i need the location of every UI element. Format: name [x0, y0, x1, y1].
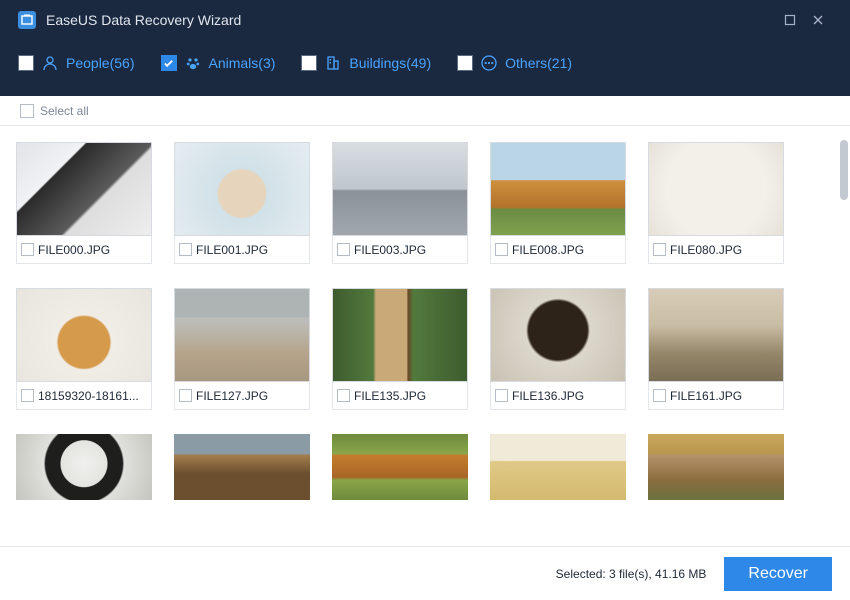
file-checkbox[interactable]: [653, 243, 666, 256]
app-title: EaseUS Data Recovery Wizard: [46, 12, 776, 28]
thumbnail[interactable]: [490, 288, 626, 382]
file-checkbox[interactable]: [653, 389, 666, 402]
file-checkbox[interactable]: [21, 389, 34, 402]
file-tile[interactable]: FILE136.JPG: [490, 288, 626, 410]
filter-label: Others(21): [505, 55, 572, 71]
thumbnail[interactable]: [490, 434, 626, 500]
thumbnail[interactable]: [332, 434, 468, 500]
file-tile[interactable]: FILE135.JPG: [332, 288, 468, 410]
file-checkbox[interactable]: [495, 389, 508, 402]
file-checkbox[interactable]: [337, 243, 350, 256]
thumbnail[interactable]: [332, 288, 468, 382]
file-name: FILE127.JPG: [196, 389, 268, 403]
dots-icon: [480, 54, 498, 72]
filter-checkbox[interactable]: [457, 55, 473, 71]
maximize-button[interactable]: [776, 6, 804, 34]
select-all-label: Select all: [40, 104, 89, 118]
file-checkbox[interactable]: [179, 389, 192, 402]
paw-icon: [184, 54, 202, 72]
thumbnail[interactable]: [16, 434, 152, 500]
file-tile[interactable]: 18159320-18161...: [16, 288, 152, 410]
file-grid: FILE000.JPG FILE001.JPG FILE003.JPG FILE008…: [16, 142, 838, 500]
filter-label: Buildings(49): [349, 55, 431, 71]
scrollbar[interactable]: [840, 140, 848, 200]
status-selected: Selected: 3 file(s), 41.16 MB: [556, 567, 707, 581]
thumbnail[interactable]: [648, 288, 784, 382]
filter-person[interactable]: People(56): [18, 54, 135, 72]
select-all-bar[interactable]: Select all: [0, 96, 850, 126]
content-area: FILE000.JPG FILE001.JPG FILE003.JPG FILE008…: [0, 126, 850, 546]
file-name: FILE003.JPG: [354, 243, 426, 257]
filter-bar: People(56) Animals(3) Buildings(49) Others(…: [0, 40, 850, 96]
file-checkbox[interactable]: [179, 243, 192, 256]
file-tile[interactable]: [332, 434, 468, 500]
thumbnail[interactable]: [174, 288, 310, 382]
filter-building[interactable]: Buildings(49): [301, 54, 431, 72]
file-tile[interactable]: FILE001.JPG: [174, 142, 310, 264]
filter-checkbox[interactable]: [301, 55, 317, 71]
filter-checkbox[interactable]: [18, 55, 34, 71]
thumbnail[interactable]: [648, 142, 784, 236]
titlebar: EaseUS Data Recovery Wizard: [0, 0, 850, 40]
file-tile[interactable]: FILE003.JPG: [332, 142, 468, 264]
filter-paw[interactable]: Animals(3): [161, 54, 276, 72]
footer: Selected: 3 file(s), 41.16 MB Recover: [0, 546, 850, 600]
file-tile[interactable]: FILE000.JPG: [16, 142, 152, 264]
file-tile[interactable]: FILE080.JPG: [648, 142, 784, 264]
file-tile[interactable]: FILE161.JPG: [648, 288, 784, 410]
file-tile[interactable]: [16, 434, 152, 500]
file-tile[interactable]: FILE127.JPG: [174, 288, 310, 410]
thumbnail[interactable]: [332, 142, 468, 236]
app-icon: [18, 11, 36, 29]
file-name: FILE161.JPG: [670, 389, 742, 403]
thumbnail[interactable]: [16, 142, 152, 236]
filter-label: People(56): [66, 55, 135, 71]
file-name: FILE001.JPG: [196, 243, 268, 257]
close-button[interactable]: [804, 6, 832, 34]
filter-label: Animals(3): [209, 55, 276, 71]
thumbnail[interactable]: [174, 142, 310, 236]
file-name: 18159320-18161...: [38, 389, 139, 403]
filter-dots[interactable]: Others(21): [457, 54, 572, 72]
filter-checkbox[interactable]: [161, 55, 177, 71]
file-tile[interactable]: [490, 434, 626, 500]
thumbnail[interactable]: [490, 142, 626, 236]
file-checkbox[interactable]: [495, 243, 508, 256]
file-name: FILE136.JPG: [512, 389, 584, 403]
file-checkbox[interactable]: [21, 243, 34, 256]
recover-button[interactable]: Recover: [724, 557, 832, 591]
file-name: FILE080.JPG: [670, 243, 742, 257]
file-name: FILE008.JPG: [512, 243, 584, 257]
file-checkbox[interactable]: [337, 389, 350, 402]
person-icon: [41, 54, 59, 72]
thumbnail[interactable]: [16, 288, 152, 382]
select-all-checkbox[interactable]: [20, 104, 34, 118]
file-name: FILE000.JPG: [38, 243, 110, 257]
building-icon: [324, 54, 342, 72]
file-name: FILE135.JPG: [354, 389, 426, 403]
file-tile[interactable]: [648, 434, 784, 500]
file-tile[interactable]: [174, 434, 310, 500]
thumbnail[interactable]: [648, 434, 784, 500]
thumbnail[interactable]: [174, 434, 310, 500]
file-tile[interactable]: FILE008.JPG: [490, 142, 626, 264]
